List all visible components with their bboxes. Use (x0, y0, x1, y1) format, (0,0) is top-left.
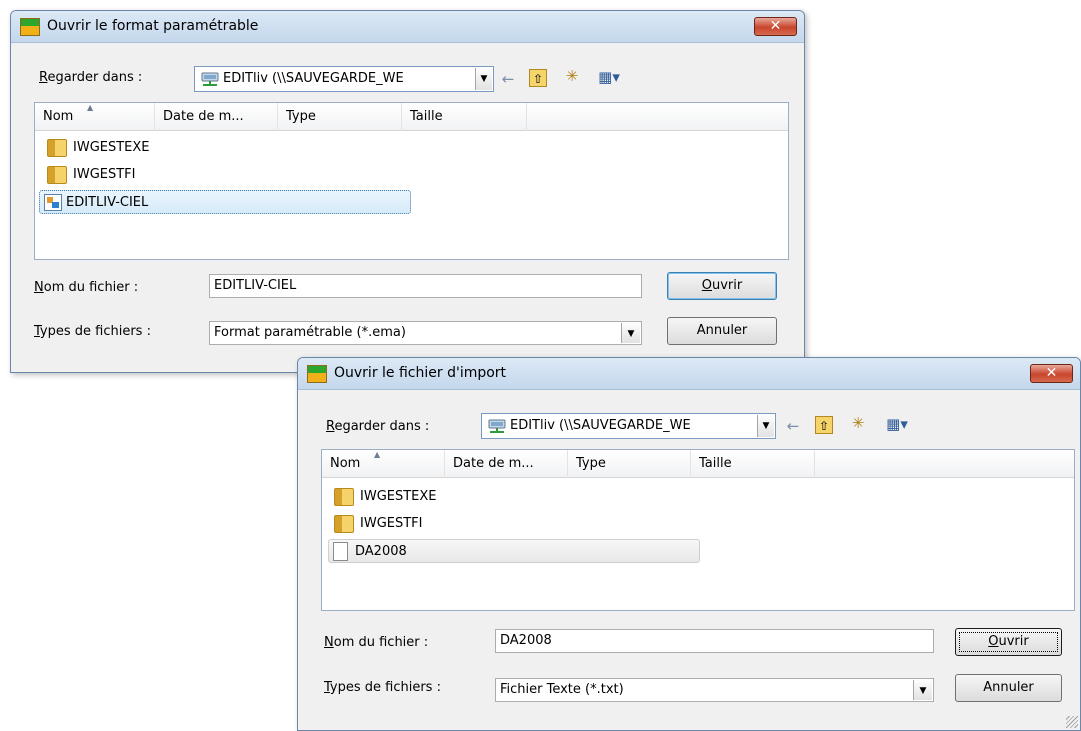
network-drive-icon (201, 72, 219, 86)
column-date[interactable]: Date de m... (155, 103, 278, 131)
title-bar[interactable]: Ouvrir le format paramétrable ✕ (11, 11, 804, 43)
file-list[interactable]: Nom ▲ Date de m... Type Taille IWGESTEXE … (34, 102, 789, 260)
look-in-combo[interactable]: EDITliv (\\SAUVEGARDE_WE ▼ (481, 413, 776, 439)
look-in-label: Regarder dans : (326, 419, 430, 434)
filetype-select[interactable]: Format paramétrable (*.ema) ▼ (209, 321, 642, 345)
chevron-down-icon[interactable]: ▼ (913, 680, 932, 700)
look-in-combo[interactable]: EDITliv (\\SAUVEGARDE_WE ▼ (194, 66, 494, 92)
folder-icon (47, 139, 67, 157)
back-arrow-icon[interactable]: ← (499, 70, 517, 88)
resize-grip[interactable] (1066, 716, 1078, 728)
open-button[interactable]: Ouvrir (955, 628, 1062, 656)
cancel-button[interactable]: Annuler (667, 317, 777, 345)
app-icon (307, 365, 327, 383)
folder-icon (334, 488, 354, 506)
text-file-icon (333, 542, 348, 561)
column-size[interactable]: Taille (402, 103, 527, 131)
look-in-value: EDITliv (\\SAUVEGARDE_WE (510, 418, 691, 433)
chevron-down-icon[interactable]: ▼ (621, 323, 640, 343)
close-button[interactable]: ✕ (1030, 364, 1073, 383)
column-name[interactable]: Nom ▲ (322, 450, 445, 478)
close-button[interactable]: ✕ (754, 17, 797, 36)
list-header: Nom ▲ Date de m... Type Taille (322, 450, 1074, 478)
folder-icon (334, 515, 354, 533)
sort-up-icon: ▲ (374, 450, 381, 459)
list-item[interactable]: IWGESTFI (47, 163, 227, 187)
app-icon (20, 18, 40, 36)
list-header: Nom ▲ Date de m... Type Taille (35, 103, 788, 131)
up-folder-icon[interactable]: ⇧ (529, 69, 547, 87)
sort-up-icon: ▲ (87, 103, 94, 112)
list-item[interactable]: IWGESTFI (334, 512, 514, 536)
list-item[interactable]: IWGESTEXE (334, 485, 514, 509)
chevron-down-icon[interactable]: ▼ (757, 415, 774, 437)
look-in-value: EDITliv (\\SAUVEGARDE_WE (223, 71, 404, 86)
look-in-label: Regarder dans : (39, 70, 143, 85)
cancel-button[interactable]: Annuler (955, 674, 1062, 702)
network-drive-icon (488, 419, 506, 433)
folder-icon (47, 166, 67, 184)
filetype-label: Types de fichiers : (324, 680, 441, 695)
filename-input[interactable]: DA2008 (495, 629, 934, 653)
filename-input[interactable]: EDITLIV-CIEL (209, 274, 642, 298)
view-menu-icon[interactable]: ▦▾ (593, 68, 625, 86)
filetype-select[interactable]: Fichier Texte (*.txt) ▼ (495, 678, 934, 702)
chevron-down-icon[interactable]: ▼ (475, 68, 492, 90)
column-name[interactable]: Nom ▲ (35, 103, 155, 131)
open-import-dialog: Ouvrir le fichier d'import ✕ Regarder da… (297, 357, 1081, 731)
dialog-title: Ouvrir le format paramétrable (47, 18, 259, 34)
column-type[interactable]: Type (568, 450, 691, 478)
open-format-dialog: Ouvrir le format paramétrable ✕ Regarder… (10, 10, 805, 373)
new-folder-icon[interactable]: ✳ (563, 67, 581, 85)
filename-label: Nom du fichier : (324, 635, 429, 650)
list-item[interactable]: IWGESTEXE (47, 136, 227, 160)
filename-label: Nom du fichier : (34, 280, 139, 295)
file-list[interactable]: Nom ▲ Date de m... Type Taille IWGESTEXE … (321, 449, 1075, 611)
list-item-selected[interactable]: DA2008 (328, 539, 700, 563)
new-folder-icon[interactable]: ✳ (849, 414, 867, 432)
view-menu-icon[interactable]: ▦▾ (881, 415, 913, 433)
back-arrow-icon[interactable]: ← (784, 417, 802, 435)
open-button[interactable]: Ouvrir (667, 272, 777, 300)
up-folder-icon[interactable]: ⇧ (815, 416, 833, 434)
column-type[interactable]: Type (278, 103, 402, 131)
filetype-label: Types de fichiers : (34, 324, 151, 339)
ema-file-icon (44, 194, 62, 211)
list-item-selected[interactable]: EDITLIV-CIEL (39, 190, 411, 214)
column-date[interactable]: Date de m... (445, 450, 568, 478)
dialog-title: Ouvrir le fichier d'import (334, 365, 507, 381)
title-bar[interactable]: Ouvrir le fichier d'import ✕ (298, 358, 1080, 390)
column-size[interactable]: Taille (691, 450, 815, 478)
